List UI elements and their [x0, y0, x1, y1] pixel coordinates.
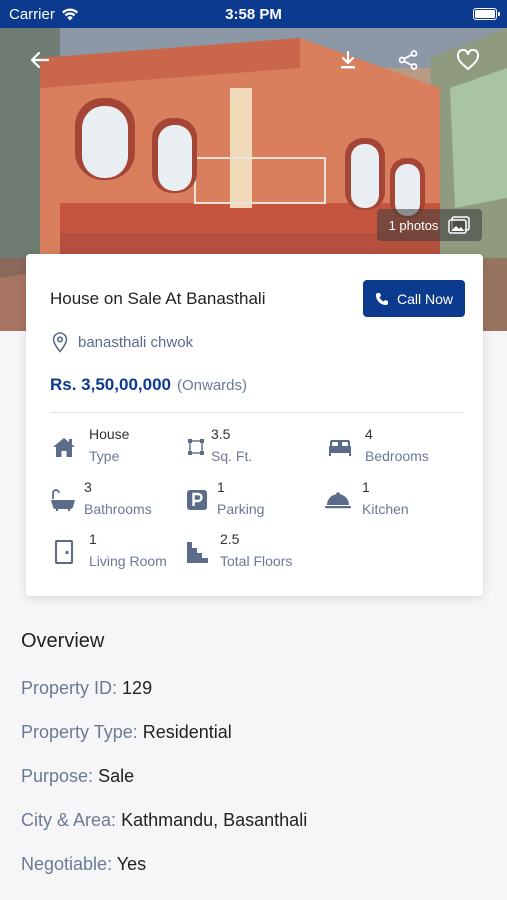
battery-icon	[473, 8, 500, 20]
spec-value: 1	[89, 531, 97, 547]
bed-icon	[327, 434, 353, 460]
spec-value: House	[89, 426, 130, 442]
download-icon	[341, 50, 355, 69]
spec-label: Parking	[217, 501, 265, 517]
overview-key: City & Area:	[21, 810, 117, 830]
bathtub-icon	[50, 487, 76, 513]
spec-value: 1	[217, 479, 225, 495]
overview-row-negotiable: Negotiable: Yes	[21, 854, 146, 875]
call-now-label: Call Now	[396, 290, 453, 307]
overview-key: Property ID:	[21, 678, 118, 698]
spec-bedrooms: 4 Bedrooms	[327, 426, 462, 470]
heart-icon	[456, 49, 480, 70]
spec-bathrooms: 3 Bathrooms	[50, 479, 185, 523]
spec-label: Sq. Ft.	[211, 448, 253, 464]
divider	[50, 412, 464, 413]
spec-type: House Type	[51, 426, 186, 470]
spec-label: Bathrooms	[84, 501, 152, 517]
door-icon	[51, 539, 77, 565]
price-suffix: (Onwards)	[176, 377, 247, 394]
spec-value: 3.5	[211, 426, 231, 442]
share-button[interactable]	[394, 46, 422, 74]
favorite-button[interactable]	[454, 46, 482, 74]
status-bar: Carrier 3:58 PM	[0, 0, 507, 28]
spec-parking: 1 Parking	[184, 479, 319, 523]
spec-label: Type	[89, 448, 120, 464]
spec-living-room: 1 Living Room	[51, 531, 186, 575]
location-pin-icon	[52, 332, 68, 353]
parking-icon	[184, 487, 210, 513]
overview-key: Property Type:	[21, 722, 138, 742]
overview-value: Sale	[98, 766, 135, 786]
spec-label: Bedrooms	[365, 448, 429, 464]
overview-heading: Overview	[21, 630, 105, 652]
arrow-left-icon	[30, 51, 50, 69]
location-text: banasthali chwok	[78, 334, 194, 351]
overview-row-property-id: Property ID: 129	[21, 678, 152, 699]
spec-value: 1	[362, 479, 370, 495]
spec-total-floors: 2.5 Total Floors	[184, 531, 319, 575]
location-row: banasthali chwok	[52, 332, 193, 353]
overview-row-city-area: City & Area: Kathmandu, Basanthali	[21, 810, 307, 831]
call-now-button[interactable]: Call Now	[363, 280, 465, 317]
spec-label: Total Floors	[220, 553, 293, 569]
status-time: 3:58 PM	[225, 6, 282, 23]
area-icon	[183, 434, 209, 460]
cloche-icon	[325, 487, 351, 513]
spec-label: Kitchen	[362, 501, 409, 517]
overview-value: Residential	[142, 722, 232, 742]
overview-value: 129	[122, 678, 153, 698]
spec-value: 3	[84, 479, 92, 495]
house-icon	[51, 434, 77, 460]
photo-count-label: 1 photos	[388, 217, 439, 233]
overview-row-property-type: Property Type: Residential	[21, 722, 232, 743]
spec-value: 2.5	[220, 531, 240, 547]
spec-kitchen: 1 Kitchen	[325, 479, 460, 523]
property-details-card: House on Sale At Banasthali Call Now ban…	[26, 254, 483, 596]
overview-value: Kathmandu, Basanthali	[121, 810, 308, 830]
gallery-icon	[448, 216, 471, 234]
download-button[interactable]	[334, 46, 362, 74]
stairs-icon	[184, 539, 210, 565]
overview-row-purpose: Purpose: Sale	[21, 766, 134, 787]
spec-value: 4	[365, 426, 373, 442]
overview-key: Negotiable:	[21, 854, 113, 874]
listing-title: House on Sale At Banasthali	[50, 289, 266, 308]
back-button[interactable]	[26, 46, 54, 74]
overview-value: Yes	[116, 854, 147, 874]
phone-icon	[375, 292, 388, 305]
overview-section: Overview	[21, 630, 104, 653]
spec-label: Living Room	[89, 553, 167, 569]
spec-area: 3.5 Sq. Ft.	[183, 426, 318, 470]
overview-key: Purpose:	[21, 766, 94, 786]
share-icon	[398, 50, 418, 70]
photo-count-badge[interactable]: 1 photos	[377, 209, 482, 241]
price-value: Rs. 3,50,00,000	[50, 375, 171, 394]
price-row: Rs. 3,50,00,000 (Onwards)	[50, 375, 247, 395]
